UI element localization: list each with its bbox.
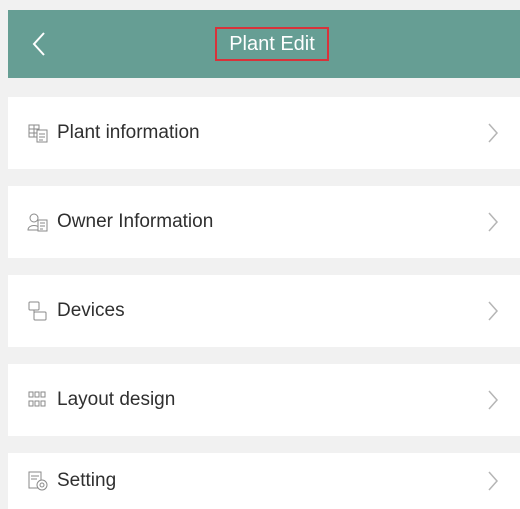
- chevron-right-icon: [484, 121, 502, 145]
- menu-item-setting[interactable]: Setting: [8, 453, 520, 509]
- menu-item-label: Setting: [57, 470, 117, 491]
- owner-info-icon: [26, 210, 50, 234]
- header-bar: Plant Edit: [8, 10, 520, 78]
- menu-item-devices[interactable]: Devices: [8, 275, 520, 347]
- chevron-right-icon: [484, 469, 502, 493]
- menu-item-layout-design[interactable]: Layout design: [8, 364, 520, 436]
- back-chevron-icon: [32, 32, 45, 56]
- menu-item-label: Plant information: [57, 122, 200, 143]
- menu-item-owner-information[interactable]: Owner Information: [8, 186, 520, 258]
- layout-grid-icon: [26, 388, 50, 412]
- devices-icon: [26, 299, 50, 323]
- chevron-right-icon: [484, 210, 502, 234]
- settings-icon: [26, 469, 50, 493]
- back-button[interactable]: [22, 27, 56, 61]
- chevron-right-icon: [484, 299, 502, 323]
- menu-item-label: Devices: [57, 300, 125, 321]
- plant-info-icon: [26, 121, 50, 145]
- chevron-right-icon: [484, 388, 502, 412]
- page-title: Plant Edit: [215, 27, 329, 61]
- menu-item-label: Layout design: [57, 389, 176, 410]
- menu-item-plant-information[interactable]: Plant information: [8, 97, 520, 169]
- menu-item-label: Owner Information: [57, 211, 214, 232]
